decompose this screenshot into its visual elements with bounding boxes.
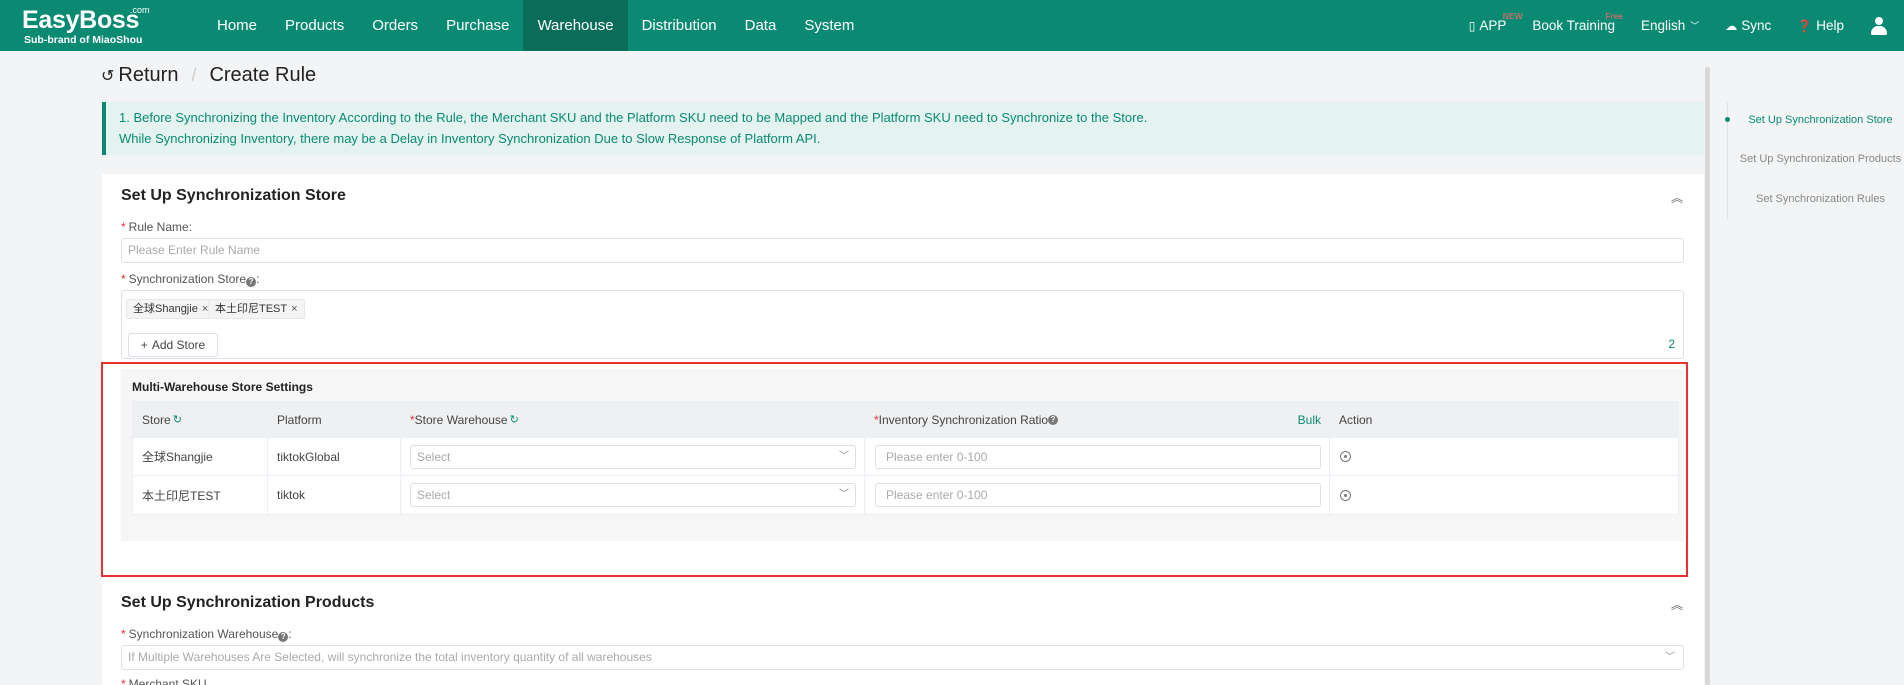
store-tag: 全球Shangjie × [126,299,216,319]
sync-button[interactable]: ☁ Sync [1725,18,1771,33]
plus-icon: + [140,338,148,352]
language-select[interactable]: English ﹀ [1641,18,1699,33]
info-notice: 1. Before Synchronizing the Inventory Ac… [102,102,1704,155]
nav-purchase[interactable]: Purchase [432,0,523,51]
nav-home[interactable]: Home [203,0,271,51]
logo-brand: EasyBoss [22,6,140,34]
active-dot [1725,117,1730,122]
breadcrumb: ↺ Return / Create Rule [101,64,316,87]
highlight-box [101,362,1688,577]
logo-subtitle: Sub-brand of MiaoShou [24,34,143,46]
nav-orders[interactable]: Orders [358,0,432,51]
sync-store-label: * Synchronization Store?: [121,272,260,287]
nav-products[interactable]: Products [271,0,358,51]
store-tag: 本土印尼TEST × [208,299,305,319]
return-icon[interactable]: ↺ [101,66,114,86]
user-avatar-icon[interactable] [1870,16,1888,35]
new-badge: NEW [1502,11,1523,21]
page-title: Create Rule [209,64,317,86]
nav-data[interactable]: Data [731,0,791,51]
anchor-sync-rules[interactable]: Set Synchronization Rules [1737,193,1904,205]
help-link[interactable]: ❓ Help [1797,18,1844,33]
question-icon[interactable]: ? [278,632,289,642]
scrollbar[interactable] [1705,67,1710,685]
nav-warehouse[interactable]: Warehouse [523,0,628,51]
nav-system[interactable]: System [790,0,868,51]
anchor-sync-products[interactable]: Set Up Synchronization Products [1737,153,1904,165]
notice-line-1: 1. Before Synchronizing the Inventory Ac… [119,110,1148,125]
free-badge: Free [1605,11,1623,21]
top-navbar: EasyBoss .com Sub-brand of MiaoShou Home… [0,0,1904,51]
collapse-up-icon[interactable]: ︽ [1671,596,1683,613]
collapse-up-icon[interactable]: ︽ [1671,189,1683,206]
app-link[interactable]: ▯ APP NEW [1468,11,1523,33]
logo-com: .com [130,5,150,15]
help-icon: ❓ [1797,18,1813,33]
merchant-sku-label: * Merchant SKU [121,677,207,685]
question-icon[interactable]: ? [246,277,257,287]
help-label: Help [1816,18,1844,33]
sync-warehouse-label: * Synchronization Warehouse?: [121,627,292,642]
section-title-products: Set Up Synchronization Products [121,594,375,611]
phone-icon: ▯ [1468,18,1476,33]
return-link[interactable]: Return [118,64,178,87]
sync-warehouse-select[interactable]: If Multiple Warehouses Are Selected, wil… [121,645,1684,670]
close-icon[interactable]: × [291,303,297,315]
book-training-label: Book Training [1532,18,1615,33]
rule-name-input[interactable]: Please Enter Rule Name [121,238,1684,263]
header-actions: ▯ APP NEW Book Training Free English ﹀ ☁… [1469,0,1904,51]
sync-store-select[interactable]: 全球Shangjie × 本土印尼TEST × + Add Store 2 [121,290,1684,359]
breadcrumb-separator: / [191,65,197,85]
rule-name-label: * Rule Name: [121,220,193,234]
notice-line-2: While Synchronizing Inventory, there may… [119,131,821,146]
main-nav: Home Products Orders Purchase Warehouse … [203,0,868,51]
sync-label: Sync [1741,18,1772,33]
section-title-store: Set Up Synchronization Store [121,187,346,204]
nav-distribution[interactable]: Distribution [628,0,731,51]
chevron-down-icon: ﹀ [1665,652,1675,663]
logo[interactable]: EasyBoss .com Sub-brand of MiaoShou [22,5,152,47]
store-count: 2 [1668,337,1675,351]
language-label: English [1640,18,1686,33]
chevron-down-icon: ﹀ [1690,21,1700,31]
add-store-button[interactable]: + Add Store [128,333,218,357]
anchor-sync-store[interactable]: Set Up Synchronization Store [1737,114,1904,126]
book-training-link[interactable]: Book Training Free [1532,11,1623,33]
cloud-icon: ☁ [1725,18,1738,33]
